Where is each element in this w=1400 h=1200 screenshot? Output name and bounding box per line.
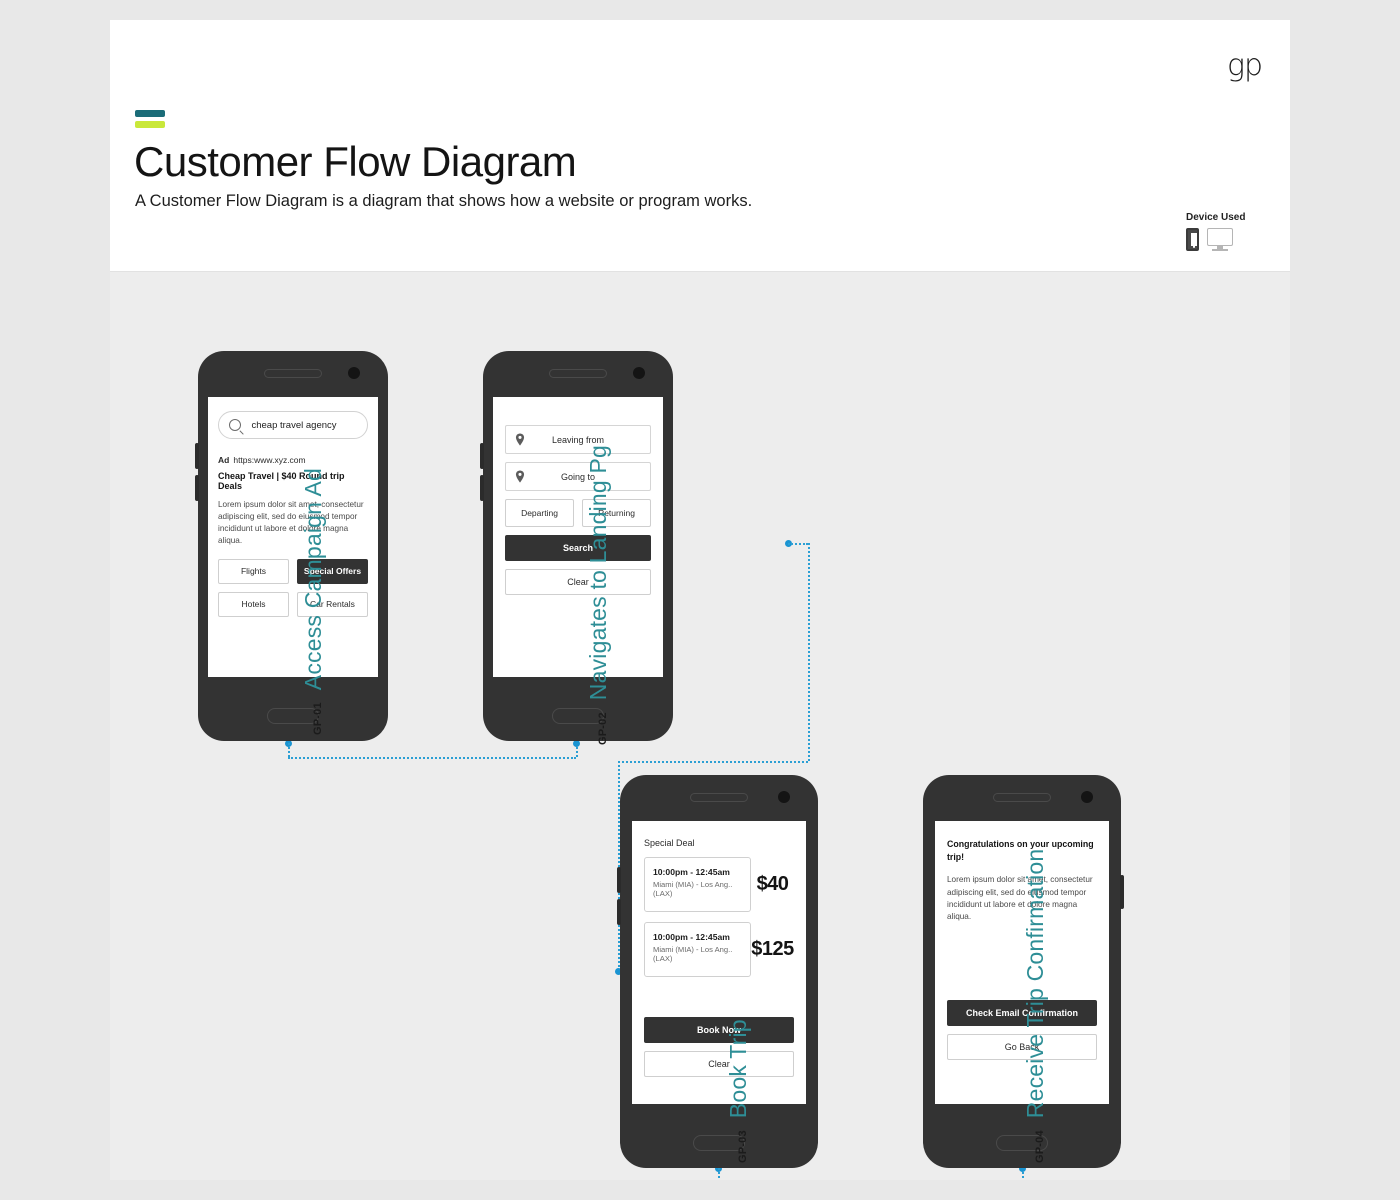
step-code: GP-03 — [737, 1130, 749, 1163]
connector-step1-to-step2 — [285, 740, 588, 765]
deal-row[interactable]: 10:00pm - 12:45am Miami (MIA) - Los Ang.… — [644, 857, 794, 912]
leaving-from-field[interactable]: Leaving from — [505, 425, 651, 454]
phone-speaker — [993, 793, 1051, 802]
step-name: Receive Trip Confirmation — [1022, 848, 1048, 1119]
flights-button[interactable]: Flights — [218, 558, 289, 584]
phone-camera-icon — [1081, 791, 1093, 803]
deal-time: 10:00pm - 12:45am — [653, 932, 730, 942]
clear-button[interactable]: Clear — [644, 1051, 794, 1077]
connector-segment — [618, 761, 808, 763]
volume-down-button[interactable] — [480, 475, 484, 501]
connector-segment — [288, 757, 576, 759]
phone-speaker — [264, 369, 322, 378]
monitor-base — [1212, 249, 1228, 251]
device-used-block: Device Used — [1186, 212, 1266, 251]
accent-bar-teal — [135, 110, 165, 117]
page-title: Customer Flow Diagram — [134, 138, 577, 185]
step-code: GP-01 — [312, 702, 324, 735]
deal-price: $40 — [756, 873, 789, 895]
volume-up-button[interactable] — [617, 867, 621, 893]
volume-up-button[interactable] — [480, 443, 484, 469]
ad-headline[interactable]: Cheap Travel | $40 Round trip Deals — [218, 471, 368, 491]
ad-url-line: Ad https:www.xyz.com — [218, 455, 368, 465]
location-pin-icon — [515, 470, 525, 483]
book-now-button[interactable]: Book Now — [644, 1017, 794, 1043]
phone-speaker — [690, 793, 748, 802]
phone-camera-icon — [348, 367, 360, 379]
ad-tag: Ad — [218, 455, 230, 465]
accent-bars — [135, 110, 165, 128]
departing-button[interactable]: Departing — [505, 499, 574, 527]
search-icon — [229, 419, 241, 431]
deal-time: 10:00pm - 12:45am — [653, 867, 730, 877]
volume-down-button[interactable] — [195, 475, 199, 501]
step-name: Access Campaign Ad — [300, 467, 326, 691]
deal-route: Miami (MIA) - Los Ang..(LAX) — [653, 880, 733, 898]
connector-step3-to-step4 — [715, 1165, 1028, 1180]
deal-price: $125 — [751, 938, 794, 960]
connector-segment — [808, 543, 810, 761]
screen-step3: Special Deal 10:00pm - 12:45am Miami (MI… — [632, 821, 806, 1104]
clear-button[interactable]: Clear — [505, 569, 651, 595]
step-name: Navigates to Landing Pg — [585, 444, 611, 701]
volume-up-button[interactable] — [195, 443, 199, 469]
accent-bar-lime — [135, 121, 165, 128]
power-button[interactable] — [1120, 875, 1124, 909]
date-button-row: Departing Returning — [505, 499, 651, 527]
step-code: GP-02 — [597, 712, 609, 745]
phone-icon[interactable] — [1186, 228, 1199, 251]
device-icon-group — [1186, 228, 1266, 251]
ad-body-text: Lorem ipsum dolor sit amet, consectetur … — [218, 500, 364, 545]
special-deal-heading: Special Deal — [644, 838, 695, 848]
monitor-icon[interactable] — [1207, 228, 1233, 251]
volume-down-button[interactable] — [617, 899, 621, 925]
flow-canvas: cheap travel agency Ad https:www.xyz.com … — [110, 273, 1290, 1180]
monitor-screen — [1207, 228, 1233, 246]
going-to-label: Going to — [560, 471, 596, 482]
diagram-page: gp Customer Flow Diagram A Customer Flow… — [110, 20, 1290, 1180]
phone-frame-step1: cheap travel agency Ad https:www.xyz.com … — [195, 351, 388, 741]
going-to-field[interactable]: Going to — [505, 462, 651, 491]
deal-row[interactable]: 10:00pm - 12:45am Miami (MIA) - Los Ang.… — [644, 922, 794, 977]
phone-camera-icon — [633, 367, 645, 379]
connector-segment — [718, 1168, 720, 1180]
connector-segment — [288, 743, 290, 757]
phone-frame-step2: Leaving from Going to Departing Returnin… — [480, 351, 673, 741]
step-code: GP-04 — [1034, 1130, 1046, 1163]
location-pin-icon — [515, 433, 525, 446]
ad-sitelink-grid: Flights Special Offers Hotels Car Rental… — [218, 558, 368, 617]
connector-dot-end — [573, 740, 580, 747]
screen-step1: cheap travel agency Ad https:www.xyz.com … — [208, 397, 378, 677]
deal-card[interactable]: 10:00pm - 12:45am Miami (MIA) - Los Ang.… — [644, 857, 751, 912]
ad-url: https:www.xyz.com — [233, 455, 306, 465]
search-input-value: cheap travel agency — [251, 419, 337, 431]
phone-camera-icon — [778, 791, 790, 803]
deal-route: Miami (MIA) - Los Ang..(LAX) — [653, 945, 733, 963]
search-button[interactable]: Search — [505, 535, 651, 561]
phone-speaker — [549, 369, 607, 378]
hotels-button[interactable]: Hotels — [218, 591, 289, 617]
phone-frame-step3: Special Deal 10:00pm - 12:45am Miami (MI… — [617, 775, 818, 1168]
page-subtitle: A Customer Flow Diagram is a diagram tha… — [135, 192, 753, 210]
step-name: Book Trip — [725, 1019, 751, 1119]
device-used-label: Device Used — [1186, 212, 1246, 223]
search-input[interactable]: cheap travel agency — [218, 411, 368, 439]
leaving-from-label: Leaving from — [551, 434, 605, 445]
gp-logo: gp — [1226, 48, 1263, 83]
page-header: gp Customer Flow Diagram A Customer Flow… — [110, 20, 1290, 272]
deal-card[interactable]: 10:00pm - 12:45am Miami (MIA) - Los Ang.… — [644, 922, 751, 977]
screen-step2: Leaving from Going to Departing Returnin… — [493, 397, 663, 677]
connector-segment — [788, 543, 808, 545]
